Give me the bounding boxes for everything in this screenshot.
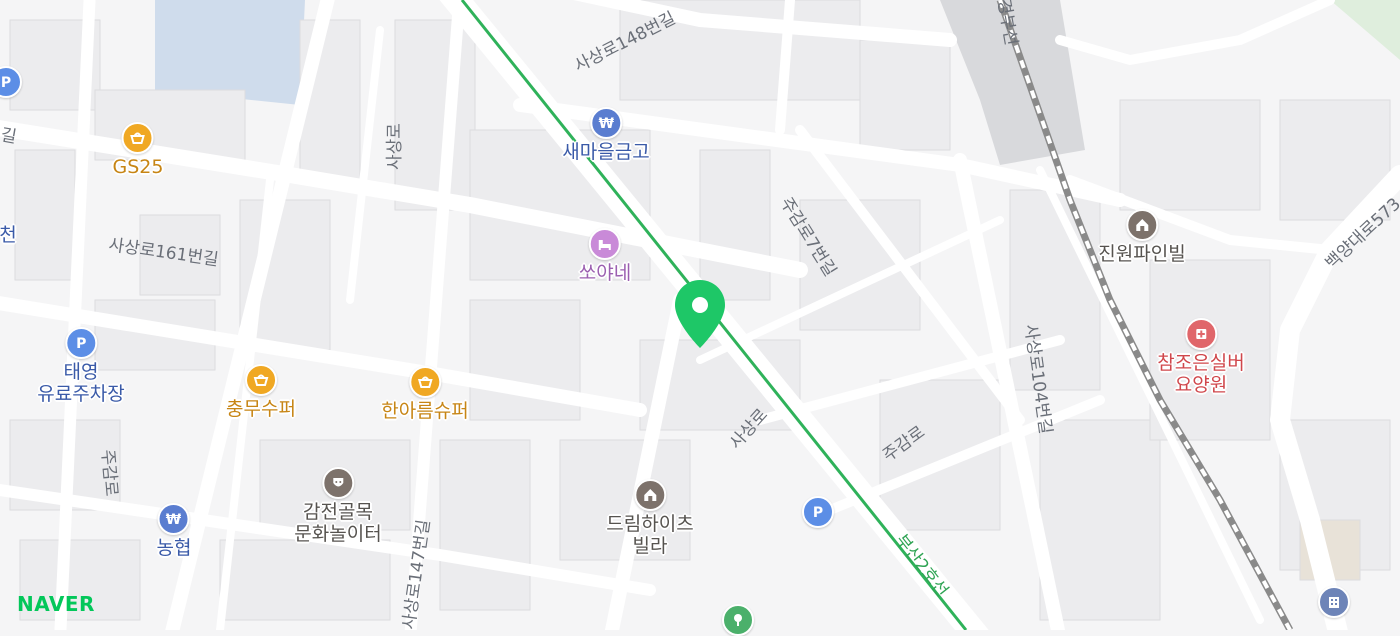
road-label: 사상로 <box>385 123 405 170</box>
poi-label: 새마을금고 <box>562 141 650 163</box>
poi-ssoyane[interactable]: 쏘야네 <box>579 228 631 284</box>
poi-gs25[interactable]: GS25 <box>112 122 164 178</box>
poi-chamjoeun[interactable]: 참조은실버 요양원 <box>1157 318 1245 396</box>
water-area <box>155 0 305 105</box>
poi-parking-left[interactable]: P <box>0 66 22 98</box>
poi-label: 진원파인빌 <box>1098 243 1186 265</box>
poi-partial-left: 천 <box>0 222 17 246</box>
parking-icon: P <box>0 66 22 98</box>
poi-label: 감전골목 문화놀이터 <box>294 501 382 545</box>
svg-text:P: P <box>813 505 823 521</box>
naver-logo: NAVER <box>17 592 95 616</box>
poi-label: 천 <box>0 224 17 246</box>
road-label: 길 <box>0 125 18 147</box>
svg-text:₩: ₩ <box>166 512 182 528</box>
green-strip <box>1330 0 1400 60</box>
poi-label: GS25 <box>112 156 164 178</box>
convenience-store-icon <box>409 366 441 398</box>
poi-nonghyup[interactable]: ₩ 농협 <box>156 503 192 559</box>
poi-bottom-green[interactable] <box>722 604 754 636</box>
poi-hanareum[interactable]: 한아름슈퍼 <box>381 366 469 422</box>
culture-icon <box>322 467 354 499</box>
poi-label: 농협 <box>156 537 192 559</box>
public-office-icon <box>1318 586 1350 618</box>
poi-label: 태영 유료주차장 <box>37 361 125 405</box>
poi-bottom-right[interactable] <box>1318 586 1350 618</box>
poi-dreamheights[interactable]: 드림하이츠 빌라 <box>606 479 694 557</box>
poi-label: 충무수퍼 <box>226 398 296 420</box>
park-icon <box>722 604 754 636</box>
poi-chungmu[interactable]: 충무수퍼 <box>226 364 296 420</box>
apartment-icon <box>1126 209 1158 241</box>
road-label: 사상로147번길 <box>399 518 434 630</box>
bank-icon: ₩ <box>158 503 190 535</box>
svg-text:₩: ₩ <box>598 116 614 132</box>
convenience-store-icon <box>244 364 277 396</box>
parking-icon: P <box>802 496 834 528</box>
hospital-icon <box>1185 318 1217 350</box>
poi-label: 쏘야네 <box>578 262 632 284</box>
poi-label: 한아름슈퍼 <box>381 400 469 422</box>
bank-icon: ₩ <box>590 107 622 139</box>
lodging-icon <box>588 228 621 260</box>
location-pin-icon[interactable] <box>672 278 728 350</box>
poi-saemaeul[interactable]: ₩ 새마을금고 <box>562 107 650 163</box>
road-label: 부산2호선 <box>891 531 952 601</box>
apartment-icon <box>634 479 666 511</box>
poi-taeyoung[interactable]: P 태영 유료주차장 <box>37 327 125 405</box>
poi-parking-center[interactable]: P <box>802 496 834 528</box>
poi-label: 참조은실버 요양원 <box>1157 352 1245 396</box>
parking-icon: P <box>65 327 97 359</box>
svg-text:P: P <box>1 75 11 91</box>
svg-text:P: P <box>76 336 86 352</box>
poi-gamjeon[interactable]: 감전골목 문화놀이터 <box>294 467 382 545</box>
road-label: 주감로 <box>97 449 121 497</box>
convenience-store-icon <box>122 122 154 154</box>
poi-jinwon[interactable]: 진원파인빌 <box>1098 209 1186 265</box>
poi-label: 드림하이츠 빌라 <box>606 513 694 557</box>
